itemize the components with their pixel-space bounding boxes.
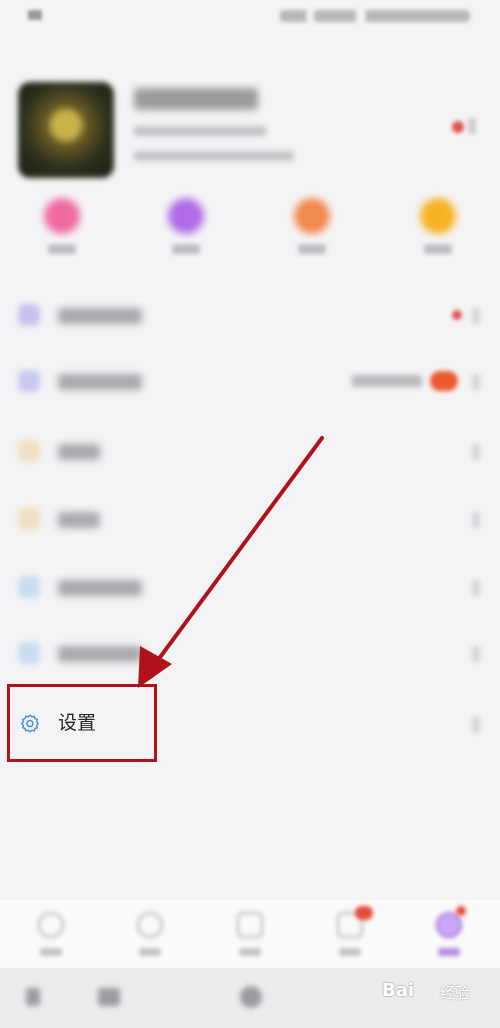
- status-bar: [0, 0, 500, 36]
- profile-stats-blurred: [134, 151, 294, 161]
- menu-item-6[interactable]: [0, 622, 500, 688]
- quick-action-label-blurred: [298, 244, 326, 254]
- chevron-right-icon: [468, 118, 476, 134]
- menu-label-blurred: [58, 580, 142, 596]
- smile-icon: [420, 198, 456, 234]
- quick-action-1[interactable]: [32, 196, 92, 262]
- tab-label-blurred: [40, 948, 62, 956]
- menu-icon: [18, 576, 40, 598]
- tab-label-blurred: [139, 948, 161, 956]
- tab-home[interactable]: [20, 908, 80, 964]
- menu-icon: [18, 370, 40, 392]
- menu-item-2[interactable]: [0, 350, 500, 416]
- bottom-tab-bar: [0, 900, 500, 968]
- home-icon: [38, 912, 64, 938]
- menu-icon: [18, 440, 40, 462]
- nav-left-glyph[interactable]: [26, 988, 40, 1006]
- chevron-right-icon: [472, 580, 480, 596]
- system-nav-bar: [0, 968, 500, 1028]
- menu-label-blurred: [58, 308, 142, 324]
- tab-discover[interactable]: [119, 908, 179, 964]
- coin-icon: [294, 198, 330, 234]
- tab-label-blurred: [438, 948, 460, 956]
- chevron-right-icon: [472, 374, 480, 390]
- heart-icon: [44, 198, 80, 234]
- notification-dot: [452, 310, 462, 320]
- menu-item-5[interactable]: [0, 556, 500, 622]
- quick-action-label-blurred: [424, 244, 452, 254]
- quick-actions: [0, 196, 500, 266]
- quick-action-4[interactable]: [408, 196, 468, 262]
- profile-name-blurred: [134, 88, 258, 110]
- notification-dot: [452, 121, 464, 133]
- menu-item-1[interactable]: [0, 284, 500, 350]
- menu-label-blurred: [58, 444, 100, 460]
- watermark-brand: Bai: [382, 980, 415, 1001]
- menu-icon: [18, 642, 40, 664]
- tab-message[interactable]: [319, 906, 379, 964]
- menu-label-blurred: [58, 512, 100, 528]
- home-button-icon[interactable]: [240, 986, 262, 1008]
- quick-action-2[interactable]: [156, 196, 216, 262]
- menu-item-3[interactable]: [0, 420, 500, 486]
- profile-header[interactable]: [0, 70, 500, 190]
- notification-dot: [456, 906, 466, 916]
- quick-action-label-blurred: [48, 244, 76, 254]
- menu-side-text-blurred: [352, 375, 422, 387]
- chevron-right-icon: [472, 646, 480, 662]
- tab-label-blurred: [339, 948, 361, 956]
- video-icon: [237, 912, 263, 938]
- highlight-box: [7, 684, 157, 762]
- tab-badge: [355, 906, 373, 920]
- watermark-suffix: 经验: [440, 984, 471, 1002]
- chevron-right-icon: [472, 512, 480, 528]
- quick-action-label-blurred: [172, 244, 200, 254]
- menu-label-blurred: [58, 646, 142, 662]
- profile-id-blurred: [134, 126, 266, 136]
- tab-profile[interactable]: [418, 906, 478, 964]
- chevron-right-icon: [472, 444, 480, 460]
- status-indicators: [280, 10, 470, 22]
- menu-item-4[interactable]: [0, 488, 500, 554]
- menu-icon: [18, 304, 40, 326]
- profile-icon: [436, 912, 462, 938]
- tab-video[interactable]: [219, 908, 279, 964]
- status-badge: [430, 371, 458, 391]
- star-icon: [168, 198, 204, 234]
- notification-icon: [28, 10, 42, 20]
- avatar[interactable]: [18, 82, 114, 178]
- quick-action-3[interactable]: [282, 196, 342, 262]
- discover-icon: [137, 912, 163, 938]
- chevron-right-icon: [472, 308, 480, 324]
- menu-label-blurred: [58, 374, 142, 390]
- menu-icon: [18, 508, 40, 530]
- chevron-right-icon: [472, 717, 480, 733]
- nav-gesture-glyph[interactable]: [98, 988, 120, 1006]
- tab-label-blurred: [239, 948, 261, 956]
